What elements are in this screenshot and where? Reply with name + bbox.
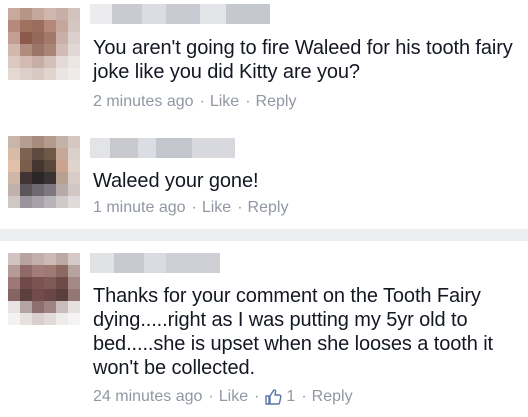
separator: · (245, 93, 251, 110)
comment-meta: 2 minutes ago · Like · Reply (93, 92, 296, 112)
avatar[interactable] (8, 253, 80, 325)
like-link[interactable]: Like (210, 92, 239, 112)
comment-meta: 24 minutes ago · Like · 1 · Reply (93, 387, 353, 407)
separator: · (237, 199, 243, 216)
author-name[interactable] (90, 253, 220, 273)
comment-text: You aren't going to fire Waleed for his … (93, 37, 513, 83)
like-link[interactable]: Like (219, 387, 248, 407)
reply-link[interactable]: Reply (312, 387, 353, 407)
comment-text: Thanks for your comment on the Tooth Fai… (93, 285, 493, 379)
avatar[interactable] (8, 136, 80, 208)
separator: · (208, 388, 214, 405)
separator: · (191, 199, 197, 216)
like-count[interactable]: 1 (286, 387, 295, 407)
comment-item: You aren't going to fire Waleed for his … (0, 0, 528, 124)
separator: · (199, 93, 205, 110)
comment-item: Thanks for your comment on the Tooth Fai… (0, 241, 528, 417)
like-link[interactable]: Like (202, 198, 231, 218)
timestamp[interactable]: 2 minutes ago (93, 92, 194, 112)
author-name[interactable] (90, 138, 235, 158)
separator: · (254, 388, 260, 405)
avatar[interactable] (8, 8, 80, 80)
comment-text: Waleed your gone! (93, 170, 259, 192)
thumbs-up-icon[interactable] (264, 388, 282, 406)
separator: · (301, 388, 307, 405)
reply-link[interactable]: Reply (256, 92, 297, 112)
divider (0, 229, 528, 241)
comment-meta: 1 minute ago · Like · Reply (93, 198, 288, 218)
comment-item: Waleed your gone! 1 minute ago · Like · … (0, 124, 528, 230)
timestamp[interactable]: 1 minute ago (93, 198, 186, 218)
reply-link[interactable]: Reply (248, 198, 289, 218)
timestamp[interactable]: 24 minutes ago (93, 387, 202, 407)
author-name[interactable] (90, 4, 270, 24)
